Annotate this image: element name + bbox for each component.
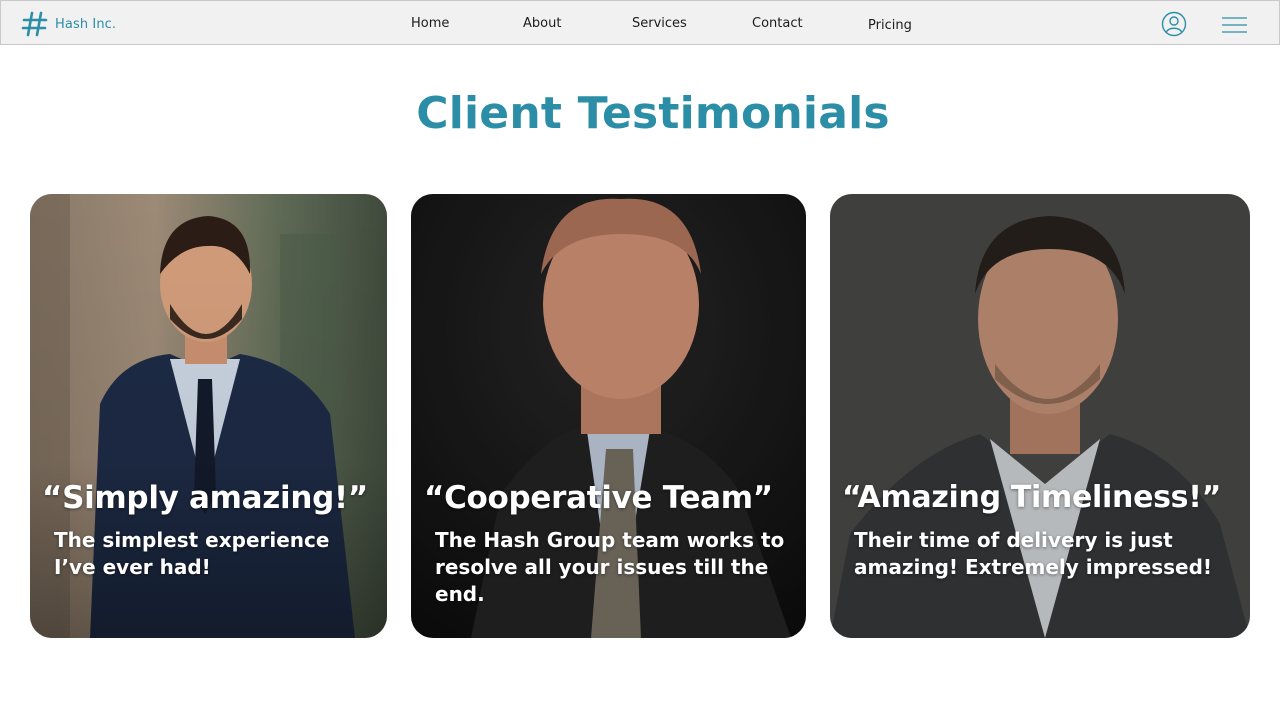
section-title: Client Testimonials: [416, 88, 890, 139]
top-navbar: Hash Inc. Home About Services Contact Pr…: [0, 0, 1280, 45]
testimonial-card: “Simply amazing!” The simplest experienc…: [30, 194, 387, 638]
testimonial-quote: “Simply amazing!”: [42, 480, 368, 516]
testimonial-card: “Cooperative Team” The Hash Group team w…: [411, 194, 806, 638]
nav-link-contact[interactable]: Contact: [752, 16, 803, 31]
testimonial-body: The Hash Group team works to resolve all…: [435, 528, 785, 606]
testimonial-quote: “Amazing Timeliness!”: [842, 480, 1222, 515]
nav-link-home[interactable]: Home: [411, 16, 449, 31]
brand-name: Hash Inc.: [55, 16, 117, 32]
user-profile-icon[interactable]: [1161, 11, 1187, 37]
nav-link-about[interactable]: About: [523, 16, 561, 31]
testimonial-body: Their time of delivery is just amazing! …: [854, 528, 1213, 579]
nav-link-pricing[interactable]: Pricing: [868, 18, 912, 33]
testimonial-card: “Amazing Timeliness!” Their time of deli…: [830, 194, 1250, 638]
hash-logo-icon: [21, 11, 48, 37]
nav-link-services[interactable]: Services: [632, 16, 687, 31]
testimonial-body: The simplest experience I’ve ever had!: [54, 528, 330, 579]
brand[interactable]: Hash Inc.: [21, 10, 116, 38]
testimonial-quote: “Cooperative Team”: [424, 480, 773, 516]
hamburger-menu-icon[interactable]: [1221, 15, 1248, 35]
